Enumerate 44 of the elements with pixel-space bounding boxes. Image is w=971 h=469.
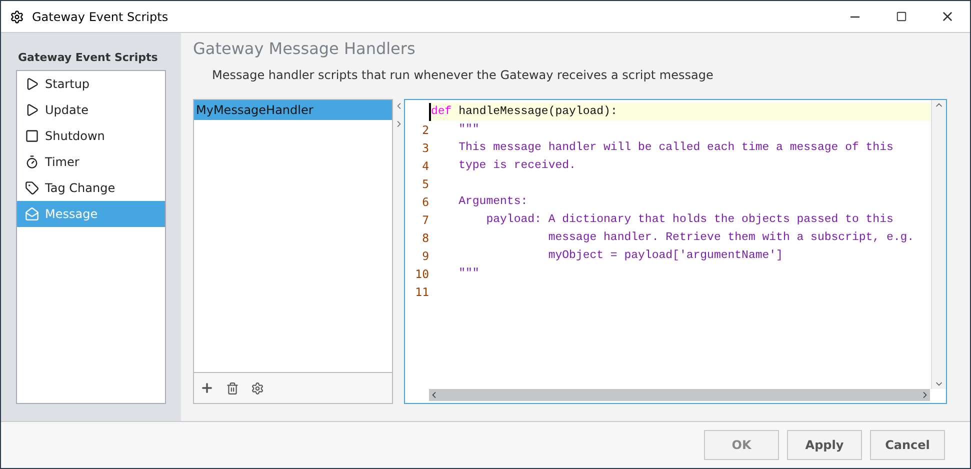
line-number: 3 xyxy=(422,141,429,155)
line-number: 10 xyxy=(415,267,429,281)
sidebar-item[interactable]: Shutdown xyxy=(17,123,165,149)
code-line: payload: A dictionary that holds the objects passed to this xyxy=(485,213,894,226)
handler-item[interactable]: MyMessageHandler xyxy=(194,100,392,120)
sidebar-item[interactable]: Tag Change xyxy=(17,175,165,201)
section-title: Gateway Message Handlers xyxy=(193,39,416,58)
app-icon xyxy=(10,10,24,24)
line-number: 7 xyxy=(422,213,429,227)
code-line: Arguments: xyxy=(458,195,528,208)
line-number: 11 xyxy=(415,285,429,299)
settings-icon[interactable] xyxy=(251,382,264,394)
section-description: Message handler scripts that run whenever the Gateway receives a script message xyxy=(212,68,714,82)
maximize-icon[interactable] xyxy=(896,11,906,22)
sidebar-title: Gateway Event Scripts xyxy=(18,51,159,64)
add-icon[interactable] xyxy=(200,381,214,395)
trash-icon[interactable] xyxy=(226,382,239,394)
code-line: """ xyxy=(458,123,480,136)
stop-icon xyxy=(25,129,39,143)
dialog-button[interactable]: Apply xyxy=(787,430,862,460)
code-line: def handleMessage(payload): xyxy=(431,105,618,118)
code-line: myObject = payload['argumentName'] xyxy=(547,249,783,262)
code-line: type is received. xyxy=(458,159,576,172)
line-number: 6 xyxy=(422,195,429,209)
envelope-icon xyxy=(25,207,39,221)
line-number: 2 xyxy=(422,123,429,137)
play-icon xyxy=(25,103,39,117)
timer-icon xyxy=(25,155,39,169)
code-line: """ xyxy=(458,267,480,280)
code-line: This message handler will be called each time a message of this xyxy=(458,141,894,154)
window-title: Gateway Event Scripts xyxy=(32,10,170,24)
tag-icon xyxy=(25,181,39,195)
play-icon xyxy=(25,77,39,91)
line-number: 9 xyxy=(422,249,429,263)
code-line: message handler. Retrieve them with a subscript, e.g. xyxy=(547,231,914,244)
dialog-button[interactable]: Cancel xyxy=(870,430,945,460)
line-number: 5 xyxy=(422,177,429,191)
sidebar-item[interactable]: Timer xyxy=(17,149,165,175)
line-number: 8 xyxy=(422,231,429,245)
sidebar-item[interactable]: Update xyxy=(17,97,165,123)
code-editor[interactable] xyxy=(404,99,947,404)
line-number: 4 xyxy=(422,159,429,173)
sidebar-item[interactable]: Startup xyxy=(17,71,165,97)
vertical-scrollbar[interactable] xyxy=(931,100,946,389)
